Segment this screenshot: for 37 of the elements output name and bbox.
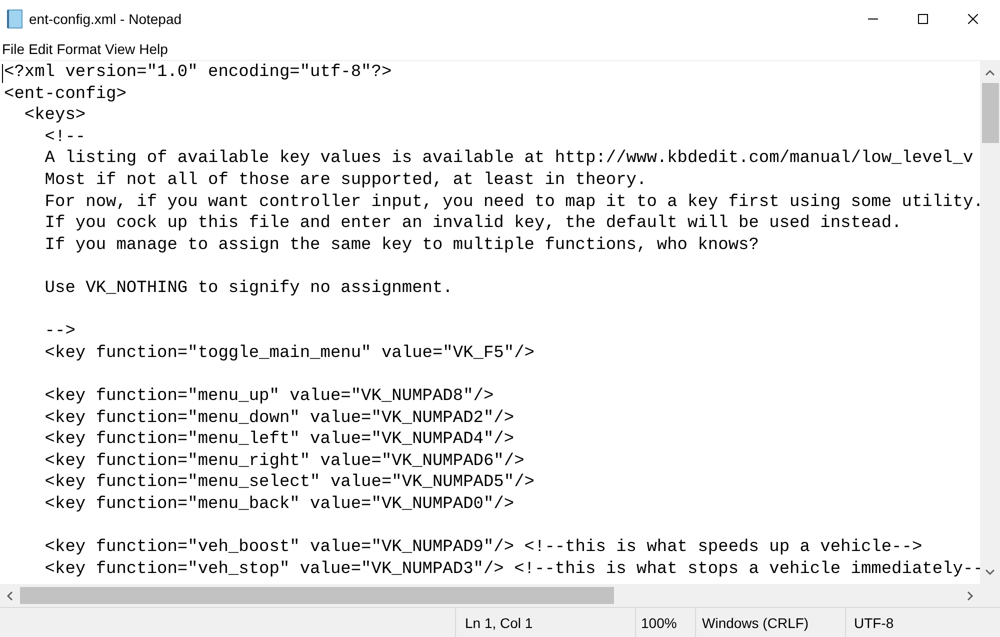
code-line: <key function="menu_right" value="VK_NUMPAD6"/> [44,452,524,471]
cursor-position: Ln 1, Col 1 [465,614,533,630]
menu-item[interactable]: Format [56,41,102,57]
close-icon [968,14,978,24]
code-line: <key function="menu_select" value="VK_NUMPAD5"/> [44,473,534,492]
notepad-icon [6,9,24,29]
code-line: <keys> [23,106,86,126]
code-line: Use VK_NOTHING to signify no assignment. [44,278,453,298]
code-line: If you manage to assign the same key to multiple functions, who knows? [44,236,759,255]
scroll-thumb[interactable] [982,83,998,143]
line-endings: Windows (CRLF) [702,614,809,630]
code-line: <key function="veh_boost" value="VK_NUMPAD9"/> <!--this is what speeds up a vehicle--> [44,538,922,558]
code-line: <key function="menu_back" value="VK_NUMPAD0"/> [44,494,514,514]
code-line: <!-- [44,128,86,147]
menu-item[interactable]: Edit [28,41,53,57]
scroll-thumb[interactable] [20,587,614,604]
text-cursor [2,64,3,83]
code-line: A listing of available key values is available at http://www.kbdedit.com/manual/low_level_v [44,149,974,168]
encoding: UTF-8 [854,614,894,630]
code-line: --> [44,322,76,342]
code-line: <key function="menu_up" value="VK_NUMPAD8"/> [44,386,494,406]
maximize-icon [918,14,928,24]
code-line: <key function="menu_down" value="VK_NUMPAD2"/> [44,408,514,428]
code-line: <?xml version="1.0" encoding="utf-8"?> [4,63,392,82]
code-line: For now, if you want controller input, you need to map it to a key first using some utility. [44,192,980,212]
code-line: <key function="menu_left" value="VK_NUMPAD4"/> [44,430,514,450]
vertical-scrollbar[interactable] [980,61,1000,584]
menu-item[interactable]: View [105,41,136,57]
code-line: If you cock up this file and enter an invalid key, the default will be used instead. [44,214,902,234]
code-line: <key function="toggle_main_menu" value="VK_F5"/> [44,344,534,363]
horizontal-scrollbar[interactable] [0,584,1000,607]
zoom-level: 100% [641,614,677,630]
menu-item[interactable]: File [2,41,25,57]
code-line: <ent-config> [4,84,126,104]
window-title: ent-config.xml - Notepad [29,11,183,27]
code-line: Most if not all of those are supported, at least in theory. [44,170,647,190]
menu-item[interactable]: Help [139,41,168,57]
